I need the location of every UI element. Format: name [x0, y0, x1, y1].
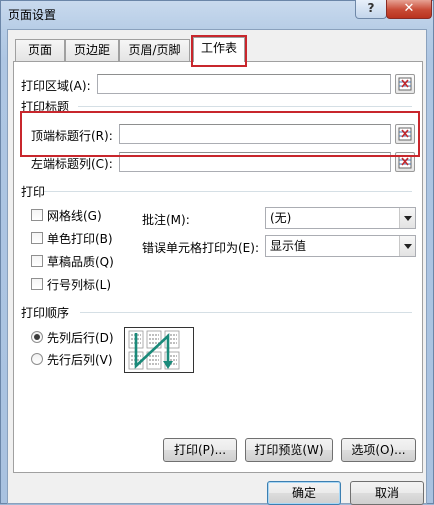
black-and-white-label: 单色打印(B) — [47, 232, 113, 246]
cols-to-repeat-label: 左端标题列(C): — [31, 157, 113, 171]
draft-quality-label: 草稿品质(Q) — [47, 255, 114, 269]
gridlines-label: 网格线(G) — [47, 209, 102, 223]
print-preview-button[interactable]: 打印预览(W) — [245, 438, 333, 462]
over-then-down-label: 先行后列(V) — [47, 353, 113, 367]
help-button[interactable]: ? — [355, 0, 387, 19]
options-button[interactable]: 选项(O)... — [341, 438, 416, 462]
page-order-group-label: 打印顺序 — [21, 306, 70, 320]
print-group-divider — [44, 191, 412, 192]
black-and-white-checkbox[interactable] — [31, 232, 43, 244]
ok-button[interactable]: 确定 — [267, 481, 341, 505]
print-titles-divider — [78, 106, 412, 107]
cell-errors-select[interactable]: 显示值 — [265, 235, 416, 257]
chevron-down-icon[interactable] — [399, 236, 415, 256]
cancel-button[interactable]: 取消 — [350, 481, 424, 505]
gridlines-checkbox[interactable] — [31, 209, 43, 221]
tab-margins[interactable]: 页边距 — [65, 39, 119, 61]
print-area-label: 打印区域(A): — [21, 79, 91, 93]
page-order-divider — [80, 312, 412, 313]
print-area-picker-icon[interactable] — [395, 74, 415, 94]
comments-label: 批注(M): — [142, 213, 190, 227]
over-then-down-radio[interactable] — [31, 353, 43, 365]
row-col-headings-checkbox[interactable] — [31, 278, 43, 290]
tab-header-footer[interactable]: 页眉/页脚 — [119, 39, 190, 61]
draft-quality-checkbox[interactable] — [31, 255, 43, 267]
chevron-down-icon[interactable] — [399, 208, 415, 228]
tab-highlight-box — [191, 35, 247, 67]
close-button[interactable]: ✕ — [386, 0, 432, 19]
print-group-label: 打印 — [21, 185, 46, 199]
down-then-over-radio[interactable] — [31, 331, 43, 343]
tab-page[interactable]: 页面 — [15, 39, 65, 61]
cell-errors-value: 显示值 — [270, 239, 307, 253]
comments-select[interactable]: (无) — [265, 207, 416, 229]
row-col-headings-label: 行号列标(L) — [47, 278, 112, 292]
down-then-over-label: 先列后行(D) — [47, 331, 114, 345]
print-area-input[interactable] — [97, 74, 391, 94]
print-button[interactable]: 打印(P)... — [163, 438, 237, 462]
page-order-preview-icon — [124, 327, 194, 373]
rows-to-repeat-highlight-box — [20, 111, 420, 157]
radio-selected-dot — [34, 334, 40, 340]
cell-errors-label: 错误单元格打印为(E): — [142, 241, 259, 255]
dialog-title: 页面设置 — [8, 8, 57, 22]
comments-value: (无) — [270, 211, 292, 225]
